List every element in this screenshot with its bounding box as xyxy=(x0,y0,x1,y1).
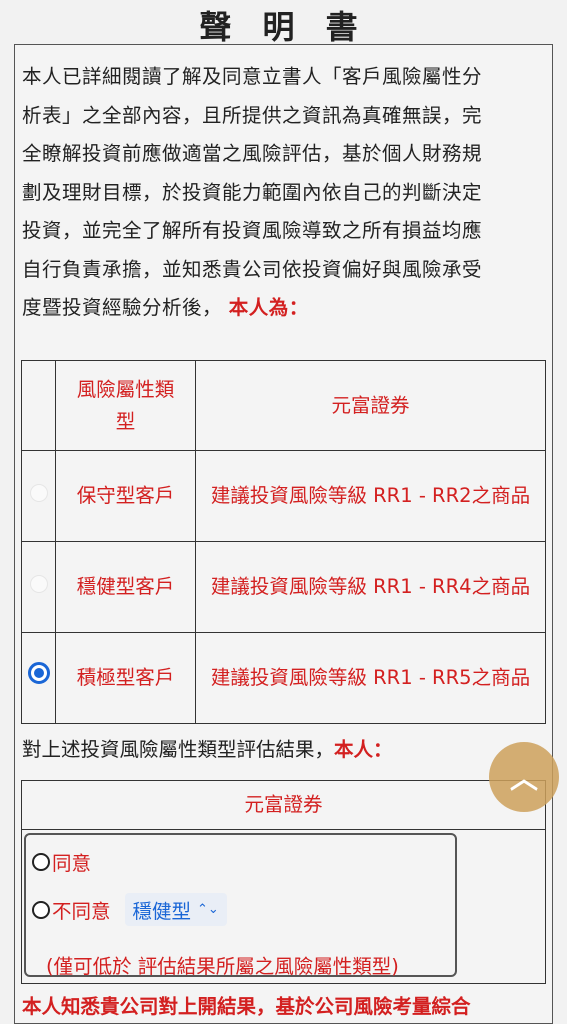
declaration-emphasis: 本人為： xyxy=(228,296,309,319)
risk-type-header-text: 風險屬性類型 xyxy=(76,377,175,433)
footer-statement: 本人知悉貴公司對上開結果，基於公司風險考量綜合 xyxy=(22,995,471,1018)
risk-row-suggestion: 建議投資風險等級 RR1 - RR5之商品 xyxy=(195,632,546,724)
conservative-radio[interactable] xyxy=(29,484,48,502)
declaration-line: 度暨投資經驗分析後， 本人為： xyxy=(22,289,544,328)
risk-row-suggestion: 建議投資風險等級 RR1 - RR4之商品 xyxy=(195,541,546,633)
chevron-up-icon: ︿ xyxy=(509,762,538,795)
radio-column-header xyxy=(21,360,56,451)
risk-row[interactable]: 穩健型客戶 建議投資風險等級 RR1 - RR4之商品 xyxy=(21,541,546,633)
risk-row-radio-cell[interactable] xyxy=(21,632,56,724)
risk-type-header: 風險屬性類型 xyxy=(55,360,196,451)
declaration-text: 本人已詳細閱讀了解及同意立書人「客戶風險屬性分 析表」之全部內容，且所提供之資訊… xyxy=(22,58,544,328)
agree-option[interactable]: 同意 xyxy=(32,847,91,876)
disagree-radio[interactable] xyxy=(32,900,50,919)
risk-table-header: 風險屬性類型 元富證券 xyxy=(21,360,546,451)
page-title: 聲 明 書 xyxy=(199,8,368,46)
disagree-note: (僅可低於 評估結果所屬之風險屬性類型) xyxy=(46,955,399,978)
declaration-line: 劃及理財目標，於投資能力範圍內依自己的判斷決定 xyxy=(22,180,483,204)
declaration-line: 投資，並完全了解所有投資風險導致之所有損益均應 xyxy=(22,219,483,242)
disagree-option[interactable]: 不同意 穩健型 ⌃⌄ xyxy=(32,893,227,926)
evaluation-emphasis: 本人： xyxy=(334,738,393,761)
evaluation-prefix: 對上述投資風險屬性類型評估結果， xyxy=(22,738,335,761)
moderate-radio[interactable] xyxy=(29,575,48,593)
aggressive-radio[interactable] xyxy=(27,662,50,684)
agreement-table: 元富證券 同意 不同意 穩健型 ⌃⌄ (僅可低於 評估結果所屬之風險屬性類型) xyxy=(21,780,546,984)
risk-row-suggestion-text: 建議投資風險等級 RR1 - RR5之商品 xyxy=(210,666,531,689)
risk-row-type: 積極型客戶 xyxy=(55,632,196,724)
risk-row[interactable]: 積極型客戶 建議投資風險等級 RR1 - RR5之商品 xyxy=(21,632,546,724)
agree-radio[interactable] xyxy=(32,852,50,871)
declaration-line-text: 度暨投資經驗分析後， xyxy=(22,296,223,319)
risk-row-radio-cell[interactable] xyxy=(21,450,56,542)
risk-row-type: 保守型客戶 xyxy=(55,450,196,542)
agreement-company-header: 元富證券 xyxy=(22,781,545,830)
risk-row-suggestion-text: 建議投資風險等級 RR1 - RR2之商品 xyxy=(210,484,531,507)
disagree-label[interactable]: 不同意 xyxy=(52,895,111,924)
evaluation-statement: 對上述投資風險屬性類型評估結果，本人： xyxy=(22,733,393,762)
risk-row-suggestion-text: 建議投資風險等級 RR1 - RR4之商品 xyxy=(210,575,531,598)
risk-row-type: 穩健型客戶 xyxy=(55,541,196,633)
agreement-options: 同意 不同意 穩健型 ⌃⌄ (僅可低於 評估結果所屬之風險屬性類型) xyxy=(24,833,457,978)
scroll-top-button[interactable]: ︿ xyxy=(489,742,559,812)
declaration-line: 自行負責承擔，並知悉貴公司依投資偏好與風險承受 xyxy=(22,257,483,281)
risk-table: 風險屬性類型 元富證券 保守型客戶 建議投資風險等級 RR1 - RR2之商品 … xyxy=(21,360,546,724)
risk-row-suggestion: 建議投資風險等級 RR1 - RR2之商品 xyxy=(195,450,546,542)
risk-row-radio-cell[interactable] xyxy=(21,541,56,633)
risk-type-select[interactable]: 穩健型 ⌃⌄ xyxy=(124,893,227,926)
company-header: 元富證券 xyxy=(195,360,546,451)
declaration-line: 本人已詳細閱讀了解及同意立書人「客戶風險屬性分 xyxy=(22,65,483,88)
declaration-line: 全瞭解投資前應做適當之風險評估，基於個人財務規 xyxy=(22,142,483,165)
risk-row[interactable]: 保守型客戶 建議投資風險等級 RR1 - RR2之商品 xyxy=(21,450,546,542)
declaration-line: 析表」之全部內容，且所提供之資訊為真確無誤，完 xyxy=(22,103,483,127)
risk-type-select-value[interactable]: 穩健型 xyxy=(133,895,192,924)
select-chevron-icon: ⌃⌄ xyxy=(197,902,219,917)
agree-label[interactable]: 同意 xyxy=(52,847,91,876)
